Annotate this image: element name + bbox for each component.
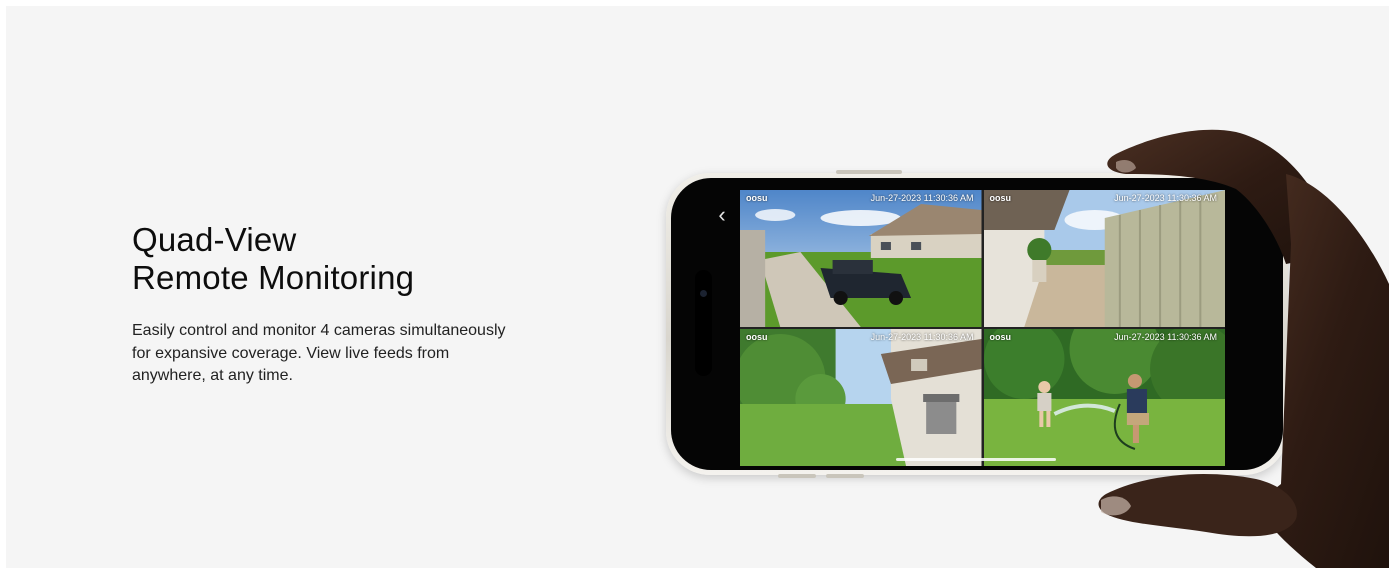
headline-line-2: Remote Monitoring [132, 259, 415, 296]
front-camera [700, 290, 707, 297]
feature-headline: Quad-View Remote Monitoring [132, 221, 532, 297]
feature-copy: Quad-View Remote Monitoring Easily contr… [132, 221, 532, 388]
feed-timestamp: Jun-27-2023 11:30:36 AM [870, 193, 974, 203]
phone-button [836, 170, 902, 174]
camera-feed-1[interactable]: oosu Jun-27-2023 11:30:36 AM [740, 190, 982, 327]
phone-button [826, 474, 864, 478]
driveway-scene [740, 190, 982, 327]
feed-brand: oosu [989, 193, 1012, 203]
phone-button [778, 474, 816, 478]
feed-timestamp: Jun-27-2023 11:30:36 AM [870, 332, 974, 342]
feature-description: Easily control and monitor 4 cameras sim… [132, 322, 506, 384]
feed-brand: oosu [989, 332, 1012, 342]
backyard-scene [740, 329, 982, 466]
home-indicator [896, 458, 1056, 461]
feed-brand: oosu [746, 193, 768, 203]
feature-panel: Quad-View Remote Monitoring Easily contr… [6, 6, 1389, 568]
hand-illustration [1098, 129, 1389, 568]
headline-line-1: Quad-View [132, 221, 297, 258]
camera-feed-3[interactable]: oosu Jun-27-2023 11:30:36 AM [740, 329, 982, 466]
chevron-left-icon[interactable]: ‹ [711, 204, 733, 226]
feed-brand: oosu [746, 332, 768, 342]
dynamic-island [695, 270, 712, 376]
